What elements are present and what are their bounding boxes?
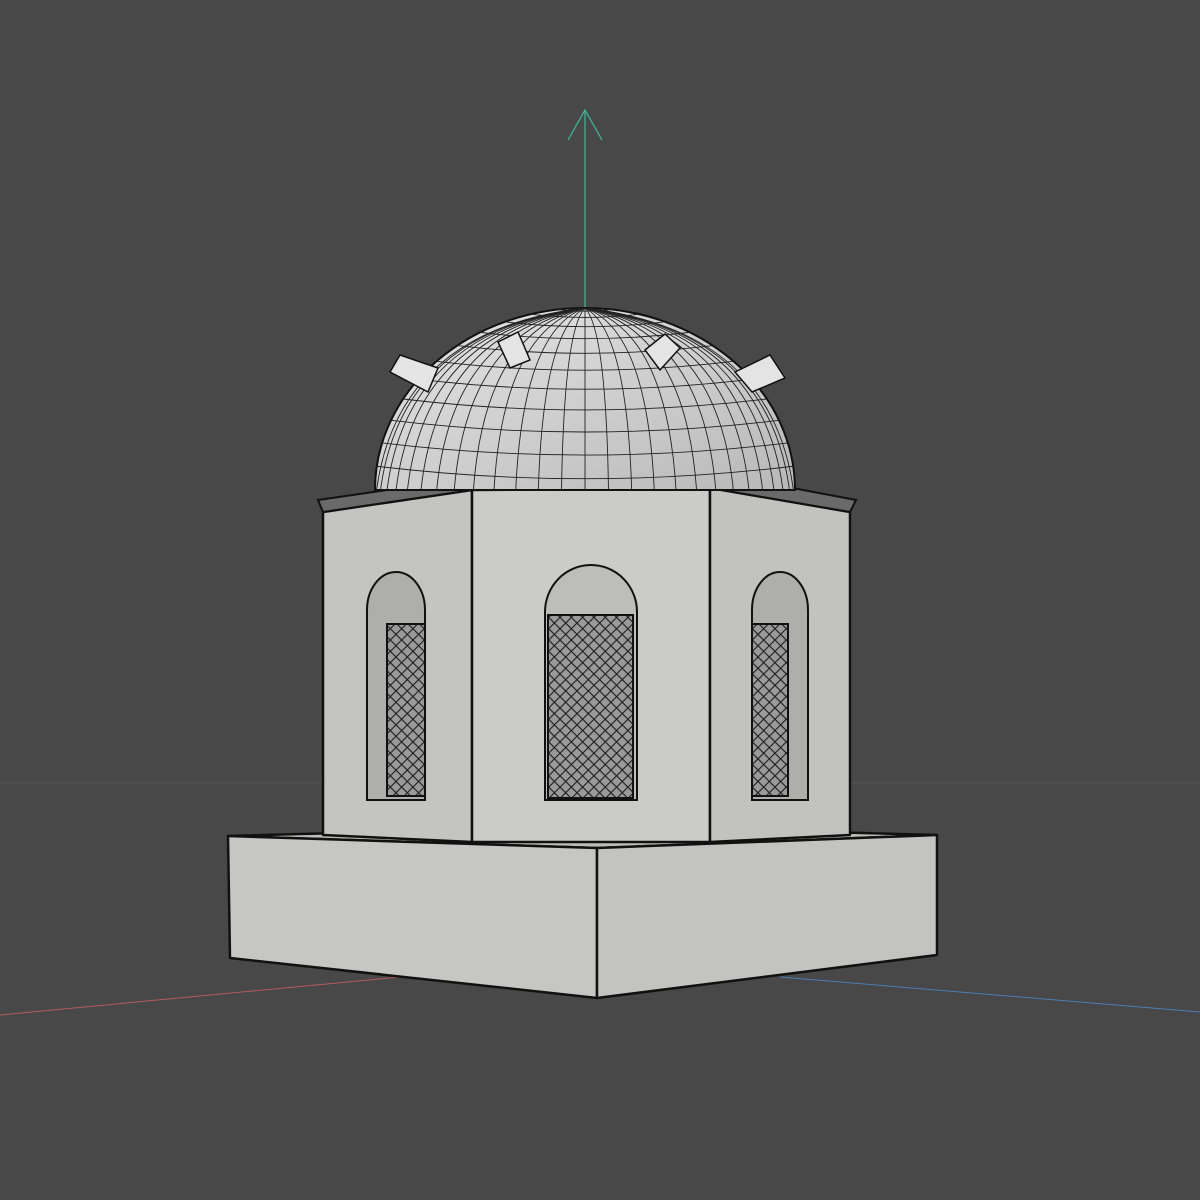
- 3d-viewport[interactable]: [0, 0, 1200, 1200]
- x-axis: [0, 976, 401, 1016]
- scene: [0, 108, 1200, 1016]
- window-right: [751, 571, 809, 801]
- window-center: [544, 564, 638, 801]
- base-block: [226, 824, 939, 1000]
- z-axis: [779, 976, 1200, 1013]
- y-axis-arrow-icon: [567, 108, 603, 312]
- window-left: [366, 571, 426, 801]
- dome: [373, 307, 797, 491]
